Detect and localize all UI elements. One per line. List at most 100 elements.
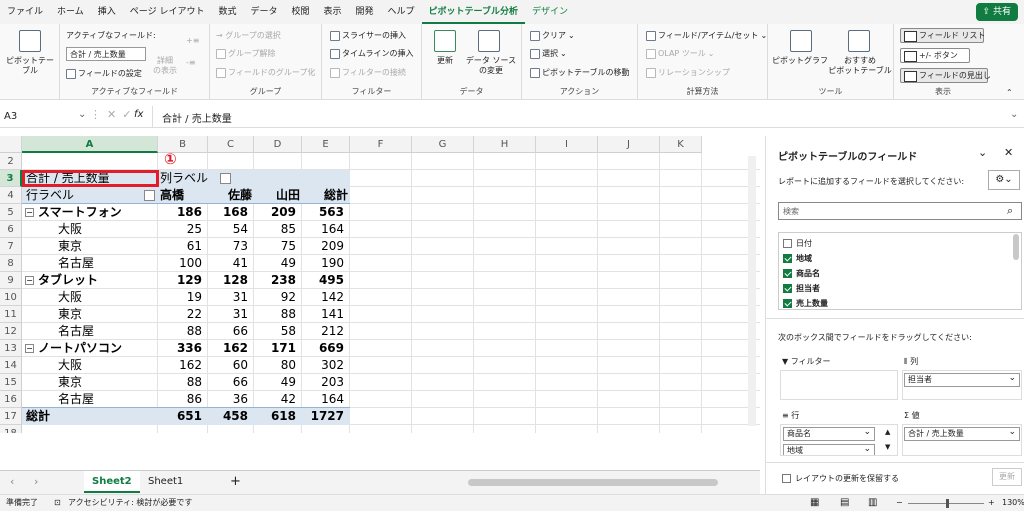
tab-sheet2[interactable]: Sheet2 xyxy=(84,471,140,493)
pivot-value-cell[interactable]: 54 xyxy=(208,221,250,238)
pivot-value-cell[interactable]: 80 xyxy=(254,357,298,374)
horizontal-scrollbar[interactable] xyxy=(468,479,718,486)
field-checkbox-row[interactable]: 売上数量 xyxy=(783,298,828,309)
field-checkbox-row[interactable]: 担当者 xyxy=(783,283,820,294)
row-header-18[interactable]: 18 xyxy=(0,425,22,433)
tab-sheet1[interactable]: Sheet1 xyxy=(140,471,191,493)
pivot-row-item[interactable]: 名古屋 xyxy=(56,323,96,340)
field-checkbox-row[interactable]: 日付 xyxy=(783,238,812,249)
zoom-slider-thumb[interactable] xyxy=(946,499,949,508)
group-field-button[interactable]: フィールドのグループ化 xyxy=(216,67,315,78)
plus-minus-toggle[interactable]: +/- ボタン xyxy=(900,48,970,63)
field-checkbox[interactable] xyxy=(783,269,792,278)
row-filter-dropdown-icon[interactable] xyxy=(144,190,155,201)
rows-field-chip[interactable]: 商品名 xyxy=(783,426,875,441)
collapse-icon[interactable]: − xyxy=(25,208,34,217)
filter-zone[interactable] xyxy=(780,370,898,400)
pivot-row-item[interactable]: 大阪 xyxy=(56,221,84,238)
pivot-value-cell[interactable]: 209 xyxy=(254,204,298,221)
pivot-value-cell[interactable]: 669 xyxy=(302,340,346,357)
normal-view-icon[interactable]: ▦ xyxy=(810,495,819,511)
menu-item-pivot-analyze[interactable]: ピボットテーブル分析 xyxy=(421,0,526,24)
pivot-row-item[interactable]: 大阪 xyxy=(56,289,84,306)
row-header-11[interactable]: 11 xyxy=(0,306,22,323)
pivot-value-cell[interactable]: 212 xyxy=(302,323,346,340)
collapse-icon[interactable]: − xyxy=(25,344,34,353)
pivot-table-button[interactable]: ピボットテー ブル xyxy=(2,56,58,76)
row-header-4[interactable]: 4 xyxy=(0,187,22,204)
pivot-value-cell[interactable]: 171 xyxy=(254,340,298,357)
row-header-13[interactable]: 13 xyxy=(0,340,22,357)
pivot-value-cell[interactable]: 36 xyxy=(208,391,250,408)
menu-item[interactable]: ページ レイアウト xyxy=(123,0,212,24)
pivot-value-cell[interactable]: 85 xyxy=(254,221,298,238)
pivot-value-cell[interactable]: 31 xyxy=(208,306,250,323)
pivot-row-group[interactable]: ノートパソコン xyxy=(36,340,124,357)
pivot-value-cell[interactable]: 302 xyxy=(302,357,346,374)
collapse-ribbon-icon[interactable]: ⌃ xyxy=(1006,88,1013,97)
search-icon[interactable]: ⌕ xyxy=(1007,204,1013,218)
field-checkbox-row[interactable]: 地域 xyxy=(783,253,812,264)
menu-item[interactable]: ホーム xyxy=(50,0,91,24)
pivot-value-cell[interactable]: 88 xyxy=(158,323,204,340)
drill-down-button[interactable]: 詳細 の表示 xyxy=(152,56,178,76)
row-header-8[interactable]: 8 xyxy=(0,255,22,272)
column-header-J[interactable]: J xyxy=(598,136,660,153)
menu-item[interactable]: 校閲 xyxy=(284,0,316,24)
pivot-value-cell[interactable]: 31 xyxy=(208,289,250,306)
menu-item[interactable]: 開発 xyxy=(349,0,381,24)
relationships-button[interactable]: リレーションシップ xyxy=(646,67,730,78)
formula-input[interactable]: 合計 / 売上数量 xyxy=(162,110,232,125)
pivot-row-item[interactable]: 大阪 xyxy=(56,357,84,374)
pivot-value-cell[interactable]: 336 xyxy=(158,340,204,357)
column-header-value[interactable]: 佐藤 xyxy=(208,187,254,204)
group-selection-button[interactable]: → グループの選択 xyxy=(216,30,281,41)
refresh-button[interactable]: 更新 xyxy=(426,56,464,66)
pivot-value-cell[interactable]: 162 xyxy=(208,340,250,357)
defer-update-box[interactable] xyxy=(782,474,791,483)
pivot-value-cell[interactable]: 495 xyxy=(302,272,346,289)
pivot-value-cell[interactable]: 66 xyxy=(208,323,250,340)
pane-options-chevron-icon[interactable]: ⌄ xyxy=(978,146,987,159)
row-header-6[interactable]: 6 xyxy=(0,221,22,238)
zoom-in-icon[interactable]: + xyxy=(988,495,995,511)
rows-zone[interactable]: 商品名 地域 ▲ ▼ xyxy=(780,424,898,456)
column-header-G[interactable]: G xyxy=(412,136,474,153)
pivot-row-item[interactable]: 東京 xyxy=(56,238,84,255)
pivot-value-cell[interactable]: 100 xyxy=(158,255,204,272)
pivot-value-cell[interactable]: 162 xyxy=(158,357,204,374)
collapse-field-icon[interactable]: -≡ xyxy=(186,58,196,67)
menu-item[interactable]: 挿入 xyxy=(91,0,123,24)
update-button[interactable]: 更新 xyxy=(992,468,1022,486)
pivot-value-cell[interactable]: 73 xyxy=(208,238,250,255)
page-layout-icon[interactable]: ▤ xyxy=(840,495,849,511)
pivot-value-cell[interactable]: 19 xyxy=(158,289,204,306)
row-header-16[interactable]: 16 xyxy=(0,391,22,408)
pivot-value-cell[interactable]: 75 xyxy=(254,238,298,255)
column-header-C[interactable]: C xyxy=(208,136,254,153)
insert-timeline-button[interactable]: タイムラインの挿入 xyxy=(330,48,413,59)
pivot-value-cell[interactable]: 61 xyxy=(158,238,204,255)
field-checkbox[interactable] xyxy=(783,254,792,263)
column-header-F[interactable]: F xyxy=(350,136,412,153)
pivot-chart-button[interactable]: ピボットグラフ xyxy=(772,56,828,66)
pivot-value-cell[interactable]: 92 xyxy=(254,289,298,306)
menu-item[interactable]: ファイル xyxy=(0,0,50,24)
name-box-chevron-icon[interactable]: ⌄ xyxy=(78,109,86,120)
row-header-7[interactable]: 7 xyxy=(0,238,22,255)
row-header-15[interactable]: 15 xyxy=(0,374,22,391)
zoom-level[interactable]: 130% xyxy=(1002,495,1024,511)
row-header-17[interactable]: 17 xyxy=(0,408,22,425)
pivot-value-cell[interactable]: 142 xyxy=(302,289,346,306)
expand-field-icon[interactable]: +≡ xyxy=(186,36,199,45)
menu-item[interactable]: 表示 xyxy=(317,0,349,24)
pivot-value-cell[interactable]: 88 xyxy=(254,306,298,323)
pivot-value-cell[interactable]: 190 xyxy=(302,255,346,272)
column-header-I[interactable]: I xyxy=(536,136,598,153)
field-settings-button[interactable]: フィールドの設定 xyxy=(66,68,142,79)
cancel-confirm-icons[interactable]: ⋮✕✓ xyxy=(90,108,137,121)
next-sheet-icon[interactable]: › xyxy=(34,475,38,488)
close-pane-icon[interactable]: ✕ xyxy=(1004,146,1013,159)
pivot-value-cell[interactable]: 186 xyxy=(158,204,204,221)
values-field-chip[interactable]: 合計 / 売上数量 xyxy=(904,426,1020,441)
